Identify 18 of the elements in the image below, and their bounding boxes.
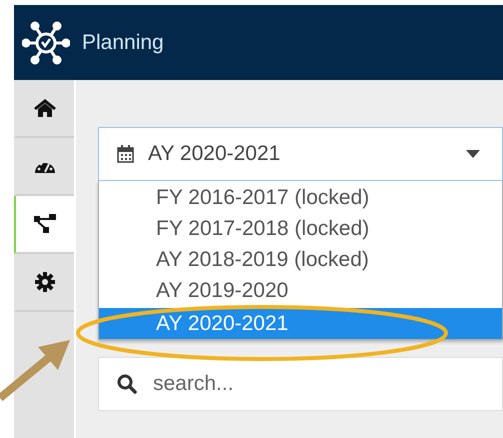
logo-icon (22, 20, 70, 64)
caret-icon (466, 150, 480, 158)
search-input[interactable]: search... (151, 367, 502, 401)
dropdown-option[interactable]: FY 2017-2018 (locked) (99, 215, 502, 246)
year-select[interactable]: AY 2020-2021 (98, 127, 503, 181)
sidebar-tab[interactable] (14, 196, 74, 254)
dropdown-option[interactable]: AY 2020-2021 (99, 308, 502, 339)
app-title: Planning (82, 30, 164, 56)
sitemap-icon (34, 214, 56, 234)
home-icon (34, 99, 56, 117)
pointer-arrow (0, 340, 70, 402)
calendar-icon (117, 145, 134, 163)
dropdown-option[interactable]: AY 2018-2019 (locked) (99, 246, 502, 277)
dropdown-option[interactable]: FY 2016-2017 (locked) (99, 184, 502, 215)
dropdown-option[interactable]: AY 2019-2020 (99, 277, 502, 308)
settings-icon (35, 272, 55, 292)
search-field[interactable]: search... (98, 357, 503, 411)
search-icon (117, 374, 137, 394)
